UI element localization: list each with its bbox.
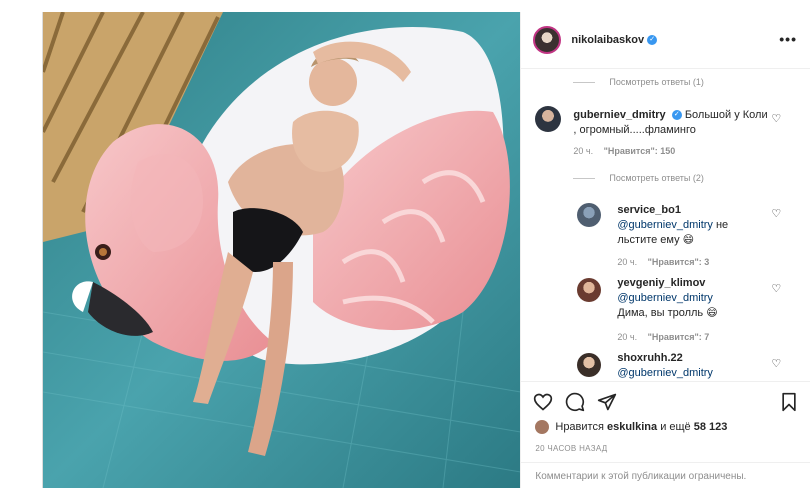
post-sidebar: nikolaibaskov ✓ ••• Посмотреть ответы (1… <box>520 12 810 488</box>
flamingo-pool-photo <box>43 12 521 488</box>
ellipsis-icon[interactable]: ••• <box>779 31 797 47</box>
liker-avatar <box>535 420 550 434</box>
commenter-avatar[interactable] <box>577 203 602 227</box>
post-container: nikolaibaskov ✓ ••• Посмотреть ответы (1… <box>42 12 810 488</box>
heart-outline-icon[interactable]: ♡ <box>771 112 781 125</box>
comments-list[interactable]: Посмотреть ответы (1) guberniev_dmitry ✓… <box>521 69 810 381</box>
reply-time: 20 ч. <box>617 332 638 342</box>
comment-item: guberniev_dmitry ✓ Большой у Коли , огро… <box>535 106 805 176</box>
commenter-avatar[interactable] <box>535 106 562 132</box>
verified-badge-icon: ✓ <box>671 110 682 121</box>
comment-bubble-icon[interactable] <box>565 392 585 412</box>
post-actions: Нравится eskulkina и ещё 58 123 20 ЧАСОВ… <box>521 381 810 489</box>
view-replies-label: Посмотреть ответы (1) <box>609 77 704 87</box>
likes-count[interactable]: 58 123 <box>694 421 728 433</box>
heart-outline-icon[interactable]: ♡ <box>771 207 781 220</box>
liker-username[interactable]: eskulkina <box>607 421 657 433</box>
reply-text: yevgeniy_klimov @guberniev_dmitry Дима, … <box>617 276 767 321</box>
comments-limited-notice: Комментарии к этой публикации ограничены… <box>521 462 810 490</box>
paper-plane-icon[interactable] <box>597 392 617 412</box>
commenter-avatar[interactable] <box>577 353 602 377</box>
likes-summary[interactable]: Нравится eskulkina и ещё 58 123 <box>535 420 727 434</box>
view-replies-label: Посмотреть ответы (2) <box>609 173 704 183</box>
reply-mention[interactable]: @guberniev_dmitry <box>617 367 713 379</box>
comment-text: guberniev_dmitry ✓ Большой у Коли , огро… <box>573 108 773 138</box>
reply-username[interactable]: service_bo1 <box>617 204 681 216</box>
heart-outline-icon[interactable]: ♡ <box>771 357 781 370</box>
commenter-avatar[interactable] <box>577 278 602 302</box>
reply-likes-count[interactable]: "Нравится": 3 <box>648 257 710 267</box>
post-header: nikolaibaskov ✓ ••• <box>521 12 810 69</box>
author-username[interactable]: nikolaibaskov <box>571 34 644 46</box>
likes-prefix: Нравится <box>555 421 604 433</box>
comment-username[interactable]: guberniev_dmitry <box>573 109 665 121</box>
reply-text: service_bo1 @guberniev_dmitry не льстите… <box>617 203 767 248</box>
heart-outline-icon[interactable]: ♡ <box>771 282 781 295</box>
reply-username[interactable]: shoxruhh.22 <box>617 352 682 364</box>
replies-divider <box>573 82 596 84</box>
reply-text: shoxruhh.22 @guberniev_dmitry <box>617 351 767 381</box>
reply-item: yevgeniy_klimov @guberniev_dmitry Дима, … <box>577 276 807 342</box>
verified-badge-icon: ✓ <box>647 35 658 45</box>
author-avatar[interactable] <box>533 26 562 54</box>
reply-mention[interactable]: @guberniev_dmitry <box>617 219 713 231</box>
reply-item: service_bo1 @guberniev_dmitry не льстите… <box>577 203 807 267</box>
reply-mention[interactable]: @guberniev_dmitry <box>617 292 713 304</box>
heart-outline-icon[interactable] <box>533 392 553 412</box>
reply-item: shoxruhh.22 @guberniev_dmitry ♡ <box>577 351 807 381</box>
comment-likes-count[interactable]: "Нравится": 150 <box>604 146 676 156</box>
reply-meta: 20 ч. "Нравится": 3 <box>617 257 709 267</box>
reply-username[interactable]: yevgeniy_klimov <box>617 277 705 289</box>
post-photo[interactable] <box>43 12 521 488</box>
replies-divider <box>573 178 596 180</box>
view-replies-main[interactable]: Посмотреть ответы (2) <box>573 173 704 183</box>
comment-meta: 20 ч. "Нравится": 150 <box>573 146 675 156</box>
post-timestamp: 20 ЧАСОВ НАЗАД <box>535 444 608 453</box>
reply-likes-count[interactable]: "Нравится": 7 <box>648 332 710 342</box>
view-replies-top[interactable]: Посмотреть ответы (1) <box>573 77 704 87</box>
likes-mid-text: и ещё <box>660 421 691 433</box>
bookmark-icon[interactable] <box>779 392 799 412</box>
reply-body: Дима, вы тролль 😄 <box>617 307 718 319</box>
reply-time: 20 ч. <box>617 257 638 267</box>
reply-meta: 20 ч. "Нравится": 7 <box>617 332 709 342</box>
comment-time: 20 ч. <box>573 146 594 156</box>
